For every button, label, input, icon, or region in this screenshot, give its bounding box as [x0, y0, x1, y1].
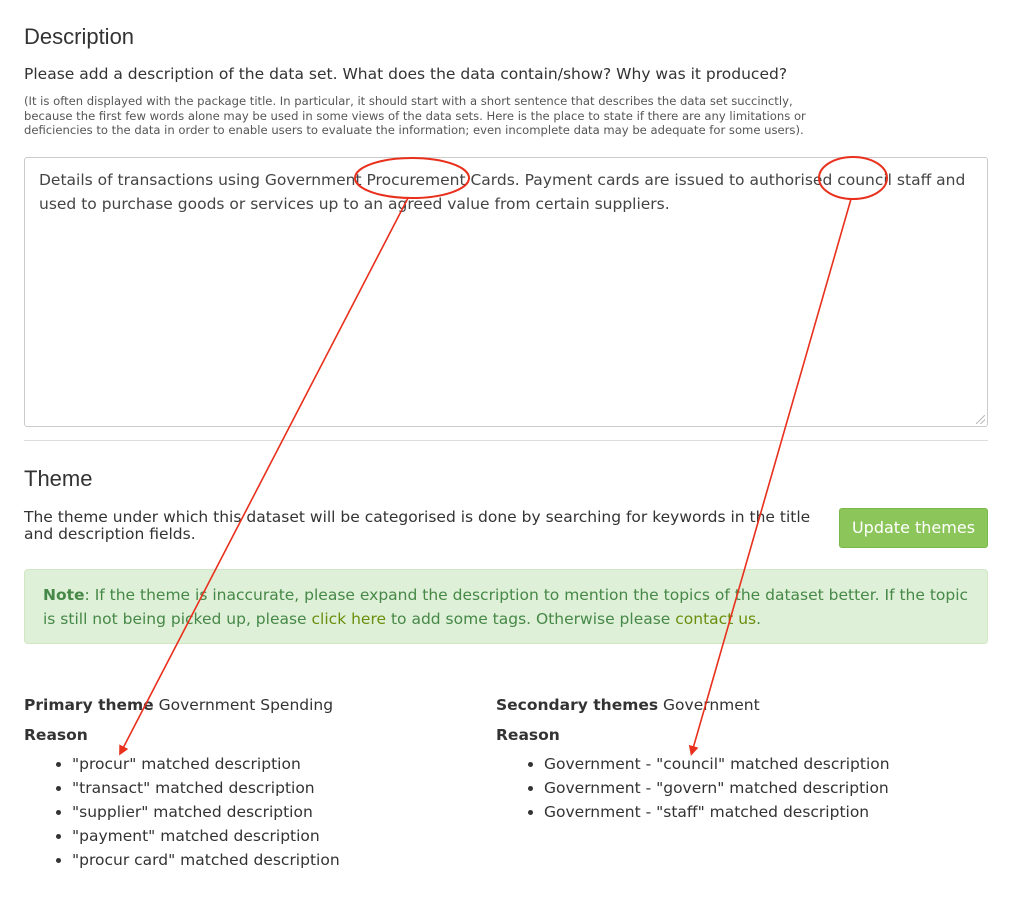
list-item: "supplier" matched description	[72, 800, 340, 824]
click-here-link[interactable]: click here	[312, 610, 387, 628]
description-value: Details of transactions using Government…	[39, 171, 966, 213]
list-item: "transact" matched description	[72, 776, 340, 800]
resize-handle-icon[interactable]	[976, 415, 985, 424]
note-label: Note	[43, 586, 85, 604]
description-question: Please add a description of the data set…	[24, 65, 788, 83]
list-item: Government - "council" matched descripti…	[544, 752, 890, 776]
contact-us-link[interactable]: contact us	[675, 610, 756, 628]
description-heading: Description	[24, 24, 135, 49]
list-item: Government - "govern" matched descriptio…	[544, 776, 890, 800]
description-help-text: (It is often displayed with the package …	[24, 94, 806, 137]
note-text-2: to add some tags. Otherwise please	[386, 610, 676, 628]
list-item: Government - "staff" matched description	[544, 800, 890, 824]
primary-theme-label: Primary theme	[24, 696, 154, 714]
list-item: "procur card" matched description	[72, 848, 340, 872]
secondary-theme-value: Government	[663, 696, 760, 714]
primary-reason-label: Reason	[24, 726, 88, 744]
secondary-theme-block: Secondary themes Government Reason Gover…	[496, 694, 890, 824]
primary-theme-value: Government Spending	[158, 696, 334, 714]
update-themes-button[interactable]: Update themes	[839, 508, 988, 548]
primary-theme-block: Primary theme Government Spending Reason…	[24, 694, 340, 872]
theme-description: The theme under which this dataset will …	[24, 508, 811, 543]
primary-reason-list: "procur" matched description "transact" …	[24, 752, 340, 872]
secondary-reason-list: Government - "council" matched descripti…	[496, 752, 890, 824]
theme-heading: Theme	[24, 466, 93, 491]
theme-note-alert: Note: If the theme is inaccurate, please…	[24, 569, 988, 644]
secondary-reason-label: Reason	[496, 726, 560, 744]
section-divider	[24, 440, 988, 441]
list-item: "procur" matched description	[72, 752, 340, 776]
list-item: "payment" matched description	[72, 824, 340, 848]
note-text-3: .	[756, 610, 762, 628]
description-textarea[interactable]: Details of transactions using Government…	[24, 157, 988, 427]
secondary-theme-label: Secondary themes	[496, 696, 659, 714]
